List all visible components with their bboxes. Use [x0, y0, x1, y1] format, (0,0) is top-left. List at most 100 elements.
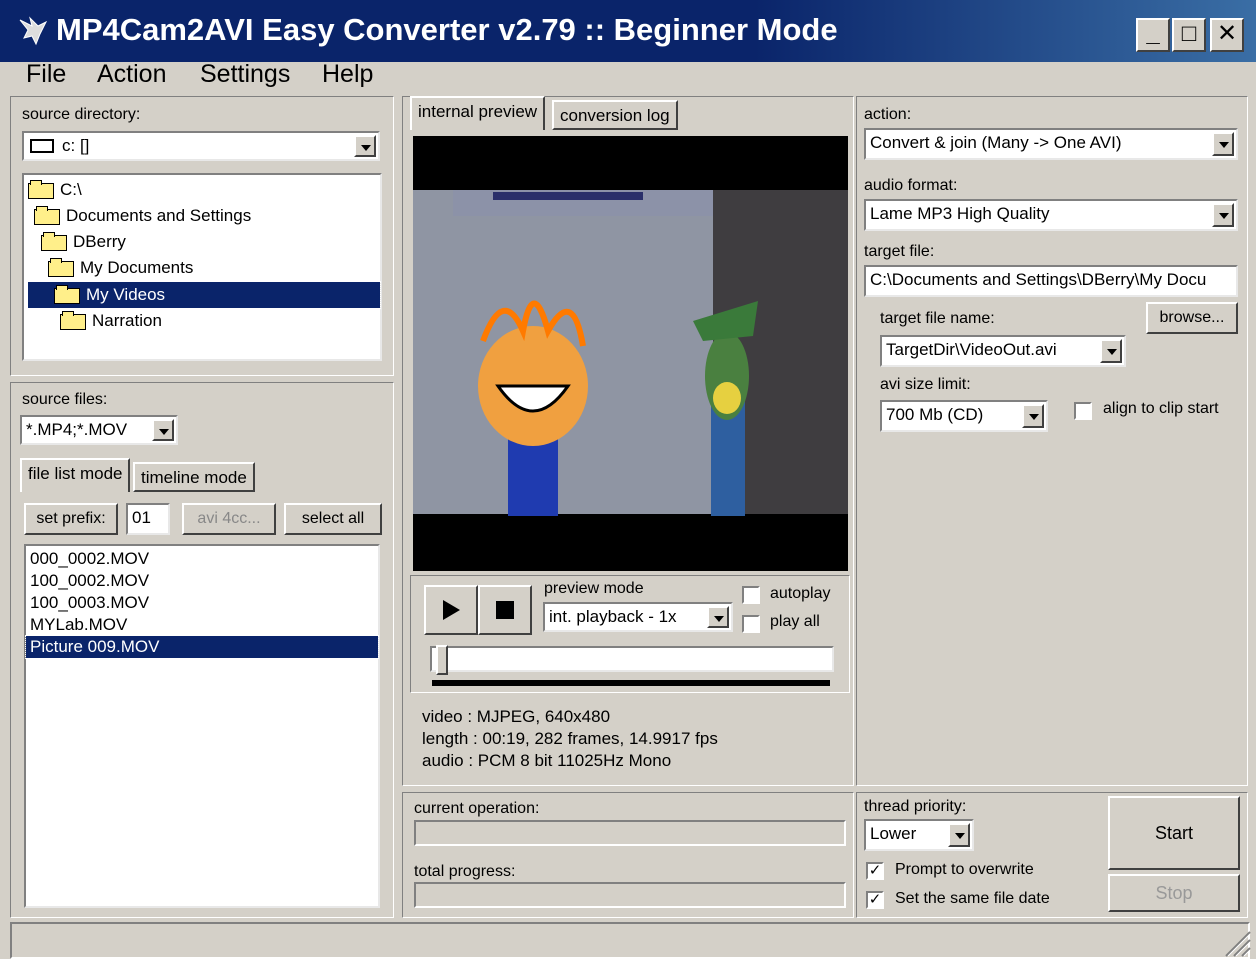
tab-file-list-mode[interactable]: file list mode [20, 458, 131, 492]
target-file-input[interactable]: C:\Documents and Settings\DBerry\My Docu [864, 265, 1238, 297]
action-label: action: [864, 106, 912, 123]
resize-grip-icon[interactable] [1222, 928, 1252, 958]
list-item[interactable]: 000_0002.MOV [26, 548, 378, 570]
chevron-down-icon[interactable] [1100, 339, 1122, 363]
folder-open-icon [28, 180, 54, 199]
directory-tree[interactable]: C:\ Documents and Settings DBerry My Doc… [22, 173, 382, 361]
prefix-input[interactable]: 01 [126, 503, 170, 535]
info-audio: audio : PCM 8 bit 11025Hz Mono [422, 751, 672, 770]
thread-priority-value: Lower [870, 824, 917, 843]
chevron-down-icon[interactable] [707, 606, 729, 628]
list-item[interactable]: 100_0002.MOV [26, 570, 378, 592]
current-operation-progress [414, 820, 846, 846]
stop-icon [496, 601, 514, 619]
title-bar[interactable]: MP4Cam2AVI Easy Converter v2.79 :: Begin… [0, 0, 1256, 62]
total-progress-label: total progress: [414, 863, 516, 880]
maximize-button[interactable]: □ [1172, 18, 1206, 52]
play-button[interactable] [424, 585, 478, 635]
tree-item[interactable]: C:\ [28, 177, 82, 203]
avi-size-limit-combo[interactable]: 700 Mb (CD) [880, 400, 1048, 432]
same-file-date-checkbox[interactable]: ✓ [866, 891, 884, 909]
tree-item[interactable]: DBerry [41, 229, 126, 255]
chevron-down-icon[interactable] [1212, 132, 1234, 156]
drive-value: c: [] [62, 136, 90, 155]
browse-button[interactable]: browse... [1146, 302, 1238, 334]
prompt-overwrite-label: Prompt to overwrite [895, 861, 1034, 878]
chevron-down-icon[interactable] [1212, 203, 1234, 227]
action-combo[interactable]: Convert & join (Many -> One AVI) [864, 128, 1238, 160]
tree-item-selected[interactable]: My Videos [27, 281, 381, 309]
align-clip-start-checkbox[interactable] [1074, 402, 1092, 420]
seek-bar[interactable] [430, 645, 834, 675]
tree-item-label: My Documents [80, 258, 194, 277]
chevron-down-icon[interactable] [948, 823, 970, 847]
current-operation-label: current operation: [414, 800, 540, 817]
thread-priority-combo[interactable]: Lower [864, 819, 974, 851]
close-button[interactable]: ✕ [1210, 18, 1244, 52]
tree-item[interactable]: Narration [60, 308, 162, 334]
status-bar [10, 922, 1250, 959]
play-all-label: play all [770, 613, 820, 630]
folder-open-icon [54, 285, 80, 304]
target-file-name-label: target file name: [880, 310, 995, 327]
folder-open-icon [34, 206, 60, 225]
window-title: MP4Cam2AVI Easy Converter v2.79 :: Begin… [56, 12, 838, 47]
set-prefix-button[interactable]: set prefix: [24, 503, 118, 535]
seek-track [432, 680, 830, 686]
tree-item-label: My Videos [86, 285, 166, 304]
select-all-button[interactable]: select all [284, 503, 382, 535]
chevron-down-icon[interactable] [1022, 404, 1044, 428]
thread-priority-label: thread priority: [864, 798, 967, 815]
chevron-down-icon[interactable] [354, 135, 376, 157]
folder-closed-icon [60, 311, 86, 330]
menu-file[interactable]: File [26, 60, 66, 89]
play-all-checkbox[interactable] [742, 615, 760, 633]
total-progress-bar [414, 882, 846, 908]
same-file-date-label: Set the same file date [895, 890, 1050, 907]
menu-settings[interactable]: Settings [200, 60, 290, 89]
info-video: video : MJPEG, 640x480 [422, 707, 611, 726]
avi-size-limit-value: 700 Mb (CD) [886, 405, 984, 424]
list-item[interactable]: MYLab.MOV [26, 614, 378, 636]
chevron-down-icon[interactable] [152, 419, 174, 441]
align-clip-start-label: align to clip start [1103, 400, 1219, 417]
list-item[interactable]: 100_0003.MOV [26, 592, 378, 614]
stop-convert-button[interactable]: Stop [1108, 874, 1240, 912]
video-preview[interactable] [413, 136, 848, 571]
source-directory-label: source directory: [22, 106, 141, 123]
stop-button[interactable] [478, 585, 532, 635]
target-file-name-combo[interactable]: TargetDir\VideoOut.avi [880, 335, 1126, 367]
avi-4cc-button[interactable]: avi 4cc... [182, 503, 276, 535]
minimize-button[interactable]: _ [1136, 18, 1170, 52]
media-info: video : MJPEG, 640x480 length : 00:19, 2… [422, 706, 718, 772]
tab-timeline-mode[interactable]: timeline mode [133, 462, 255, 492]
audio-format-label: audio format: [864, 177, 958, 194]
source-files-combo[interactable]: *.MP4;*.MOV [20, 415, 178, 445]
preview-mode-combo[interactable]: int. playback - 1x [543, 602, 733, 632]
tree-item[interactable]: Documents and Settings [34, 203, 251, 229]
prompt-overwrite-checkbox[interactable]: ✓ [866, 862, 884, 880]
file-list[interactable]: 000_0002.MOV 100_0002.MOV 100_0003.MOV M… [24, 544, 380, 908]
audio-format-combo[interactable]: Lame MP3 High Quality [864, 199, 1238, 231]
seek-thumb[interactable] [436, 645, 448, 675]
audio-format-value: Lame MP3 High Quality [870, 204, 1050, 223]
app-icon [19, 16, 48, 46]
tab-conversion-log[interactable]: conversion log [552, 100, 678, 130]
target-file-label: target file: [864, 243, 935, 260]
drive-icon [30, 139, 54, 153]
menu-action[interactable]: Action [97, 60, 166, 89]
target-file-name-value: TargetDir\VideoOut.avi [886, 340, 1057, 359]
start-button[interactable]: Start [1108, 796, 1240, 870]
autoplay-checkbox[interactable] [742, 586, 760, 604]
preview-mode-value: int. playback - 1x [549, 607, 677, 626]
menu-help[interactable]: Help [322, 60, 373, 89]
tree-item[interactable]: My Documents [48, 255, 193, 281]
tab-internal-preview[interactable]: internal preview [410, 96, 546, 130]
action-value: Convert & join (Many -> One AVI) [870, 133, 1122, 152]
autoplay-label: autoplay [770, 585, 831, 602]
target-file-value: C:\Documents and Settings\DBerry\My Docu [870, 270, 1207, 289]
list-item-selected[interactable]: Picture 009.MOV [25, 635, 379, 659]
source-files-value: *.MP4;*.MOV [26, 420, 128, 439]
drive-combo[interactable]: c: [] [22, 131, 380, 161]
preview-mode-label: preview mode [544, 580, 644, 597]
